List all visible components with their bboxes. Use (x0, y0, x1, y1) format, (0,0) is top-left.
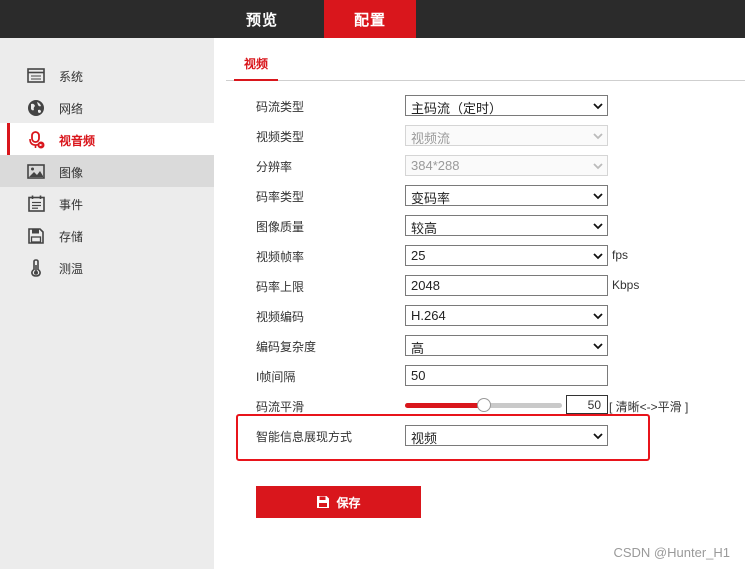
watermark: CSDN @Hunter_H1 (613, 545, 730, 560)
chevron-down-icon (593, 433, 603, 440)
video-type-label: 视频类型 (256, 130, 305, 144)
max-bitrate-unit: Kbps (612, 278, 640, 292)
sidebar: 系统 网络 视音频 图像 事件 存储 测温 (0, 38, 214, 569)
sidebar-item-temperature[interactable]: 测温 (0, 251, 214, 283)
frame-rate-row: 视频帧率 25 fps (256, 245, 676, 267)
nav-preview[interactable]: 预览 (216, 0, 308, 38)
smart-info-display-row: 智能信息展现方式 视频 (256, 425, 676, 447)
max-bitrate-row: 码率上限 2048 Kbps (256, 275, 676, 297)
sidebar-item-storage[interactable]: 存储 (0, 219, 214, 251)
i-frame-interval-row: I帧间隔 50 (256, 365, 676, 387)
thermometer-icon (27, 258, 45, 277)
bitrate-type-row: 码率类型 变码率 (256, 185, 676, 207)
top-bar: 预览 配置 (0, 0, 745, 38)
save-disk-icon (317, 496, 330, 508)
encoding-complexity-row: 编码复杂度 高 (256, 335, 676, 357)
i-frame-interval-input[interactable]: 50 (405, 365, 608, 386)
sidebar-item-label: 事件 (59, 198, 84, 212)
sidebar-item-system[interactable]: 系统 (0, 59, 214, 91)
stream-smoothing-hint: [ 清晰<->平滑 ] (609, 400, 689, 414)
chevron-down-icon (593, 253, 603, 260)
sidebar-item-audio-video[interactable]: 视音频 (0, 123, 214, 155)
stream-type-row: 码流类型 主码流（定时） (256, 95, 676, 117)
chevron-down-icon (593, 223, 603, 230)
stream-smoothing-value[interactable]: 50 (566, 395, 608, 414)
chevron-down-icon (593, 193, 603, 200)
sidebar-item-label: 图像 (59, 166, 84, 180)
calendar-icon (27, 195, 45, 212)
chevron-down-icon (593, 103, 603, 110)
video-type-row: 视频类型 视频流 (256, 125, 676, 147)
system-window-icon (27, 67, 45, 84)
image-quality-label: 图像质量 (256, 220, 305, 234)
frame-rate-label: 视频帧率 (256, 250, 305, 264)
frame-rate-select[interactable]: 25 (405, 245, 608, 266)
frame-rate-unit: fps (612, 248, 629, 262)
microphone-icon (27, 130, 45, 148)
stream-type-select[interactable]: 主码流（定时） (405, 95, 608, 116)
image-quality-select[interactable]: 较高 (405, 215, 608, 236)
stream-smoothing-slider[interactable] (405, 398, 562, 412)
resolution-row: 分辨率 384*288 (256, 155, 676, 177)
encoding-complexity-select[interactable]: 高 (405, 335, 608, 356)
chevron-down-icon (593, 133, 603, 140)
sidebar-item-label: 存储 (59, 230, 84, 244)
bitrate-type-select[interactable]: 变码率 (405, 185, 608, 206)
chevron-down-icon (593, 313, 603, 320)
resolution-label: 分辨率 (256, 160, 293, 174)
sidebar-item-label: 网络 (59, 102, 84, 116)
sidebar-item-network[interactable]: 网络 (0, 91, 214, 123)
i-frame-interval-label: I帧间隔 (256, 370, 296, 384)
nav-config[interactable]: 配置 (324, 0, 416, 38)
sidebar-item-label: 系统 (59, 70, 84, 84)
image-quality-row: 图像质量 较高 (256, 215, 676, 237)
smart-info-display-select[interactable]: 视频 (405, 425, 608, 446)
video-type-value: 视频流 (411, 131, 451, 146)
chevron-down-icon (593, 343, 603, 350)
chevron-down-icon (593, 163, 603, 170)
video-encoding-label: 视频编码 (256, 310, 305, 324)
encoding-complexity-label: 编码复杂度 (256, 340, 317, 354)
max-bitrate-input[interactable]: 2048 (405, 275, 608, 296)
smart-info-display-label: 智能信息展现方式 (256, 430, 353, 444)
sidebar-item-label: 测温 (59, 262, 84, 276)
sidebar-item-label: 视音频 (59, 134, 96, 148)
sidebar-item-event[interactable]: 事件 (0, 187, 214, 219)
save-button-label: 保存 (336, 495, 361, 510)
stream-smoothing-label: 码流平滑 (256, 400, 305, 414)
globe-icon (27, 99, 45, 116)
resolution-value: 384*288 (411, 158, 460, 173)
video-encoding-row: 视频编码 H.264 (256, 305, 676, 327)
save-button[interactable]: 保存 (256, 486, 421, 518)
bitrate-type-label: 码率类型 (256, 190, 305, 204)
image-icon (27, 163, 45, 180)
video-encoding-value: H.264 (411, 308, 446, 323)
sidebar-item-image[interactable]: 图像 (0, 155, 214, 187)
image-quality-value: 较高 (411, 221, 438, 236)
slider-thumb[interactable] (477, 398, 491, 412)
encoding-complexity-value: 高 (411, 341, 425, 356)
stream-type-label: 码流类型 (256, 100, 305, 114)
resolution-select: 384*288 (405, 155, 608, 176)
stream-type-value: 主码流（定时） (411, 101, 503, 116)
save-disk-icon (27, 227, 45, 244)
frame-rate-value: 25 (411, 248, 426, 263)
video-encoding-select[interactable]: H.264 (405, 305, 608, 326)
tab-video[interactable]: 视频 (234, 56, 279, 81)
video-type-select: 视频流 (405, 125, 608, 146)
slider-fill (405, 403, 484, 408)
smart-info-display-value: 视频 (411, 431, 438, 446)
max-bitrate-label: 码率上限 (256, 280, 305, 294)
tab-bar: 视频 (226, 38, 745, 81)
bitrate-type-value: 变码率 (411, 191, 451, 206)
